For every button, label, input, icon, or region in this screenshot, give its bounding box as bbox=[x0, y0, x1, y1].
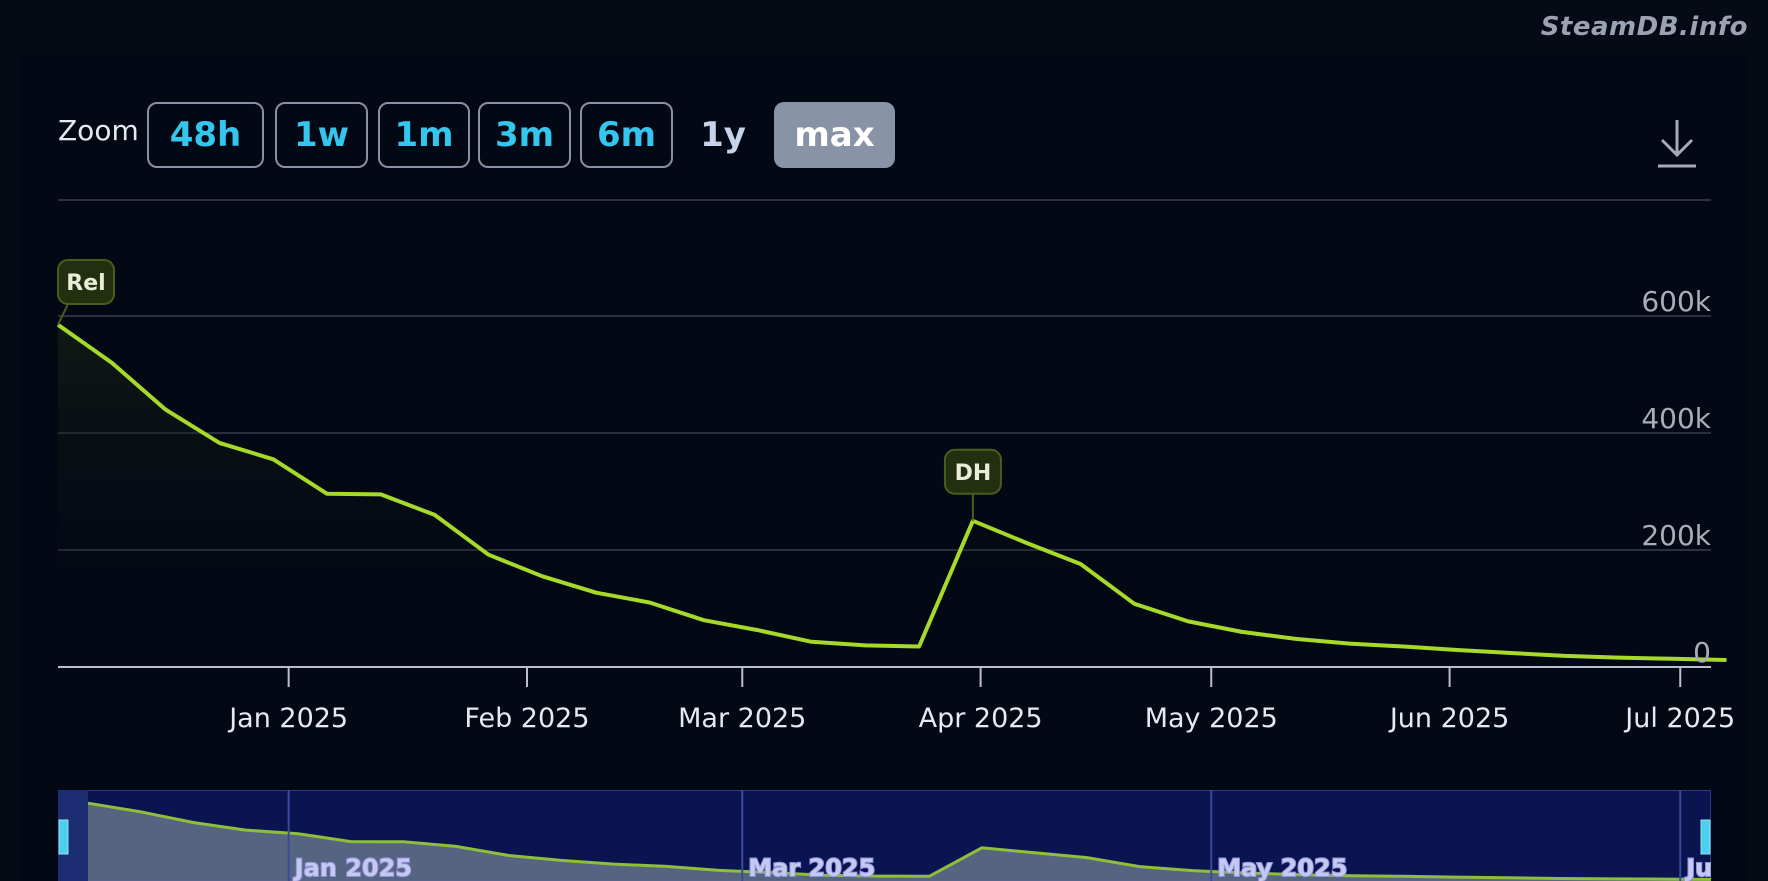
flag-dh[interactable]: DH bbox=[943, 448, 1002, 521]
navigator-label: Jan 2025 bbox=[293, 854, 412, 881]
x-tick-label: Feb 2025 bbox=[464, 703, 589, 734]
navigator-label: Mar 2025 bbox=[748, 854, 875, 881]
series-area bbox=[58, 324, 1727, 667]
x-tick-label: Mar 2025 bbox=[678, 703, 806, 734]
navigator-handle-right[interactable] bbox=[1700, 819, 1711, 855]
y-tick-label: 600k bbox=[1641, 285, 1711, 318]
navigator-handle-left[interactable] bbox=[58, 819, 69, 855]
flag-label: Rel bbox=[66, 271, 105, 296]
x-tick-label: Jul 2025 bbox=[1623, 703, 1735, 734]
x-tick-label: Apr 2025 bbox=[919, 703, 1043, 734]
navigator-label: May 2025 bbox=[1217, 854, 1347, 881]
y-tick-label: 400k bbox=[1641, 402, 1711, 435]
navigator-label: Jul... bbox=[1684, 854, 1748, 881]
player-count-chart: 0 200k 400k 600k Jan 2025 Feb 2025 Mar 2025 Ap… bbox=[56, 259, 1748, 881]
flag-label: DH bbox=[955, 461, 992, 486]
x-tick-label: May 2025 bbox=[1145, 703, 1278, 734]
x-tick-label: Jan 2025 bbox=[227, 703, 348, 734]
y-tick-label: 200k bbox=[1641, 519, 1711, 552]
y-tick-label: 0 bbox=[1693, 636, 1711, 669]
x-tick-label: Jun 2025 bbox=[1388, 703, 1509, 734]
